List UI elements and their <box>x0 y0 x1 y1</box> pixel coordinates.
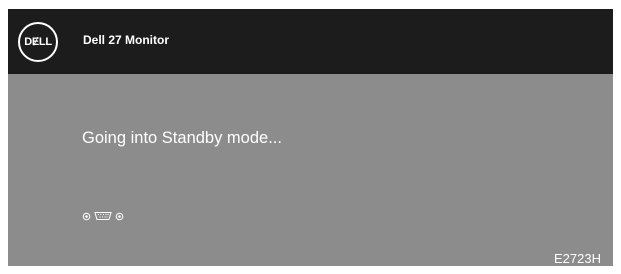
dell-logo-icon: DɆLL <box>18 22 58 62</box>
dell-logo-text: DɆLL <box>24 36 52 48</box>
input-source-icons <box>82 208 124 224</box>
standby-message: Going into Standby mode... <box>82 129 282 147</box>
vga-port-icon <box>94 212 112 220</box>
monitor-model-code: E2723H <box>554 251 601 266</box>
osd-header: DɆLL Dell 27 Monitor <box>8 9 613 74</box>
hdmi-port-icon <box>115 212 124 220</box>
monitor-model-name: Dell 27 Monitor <box>83 33 170 47</box>
monitor-osd-dialog: DɆLL Dell 27 Monitor Going into Standby … <box>8 9 613 266</box>
dp-port-icon <box>82 212 91 220</box>
